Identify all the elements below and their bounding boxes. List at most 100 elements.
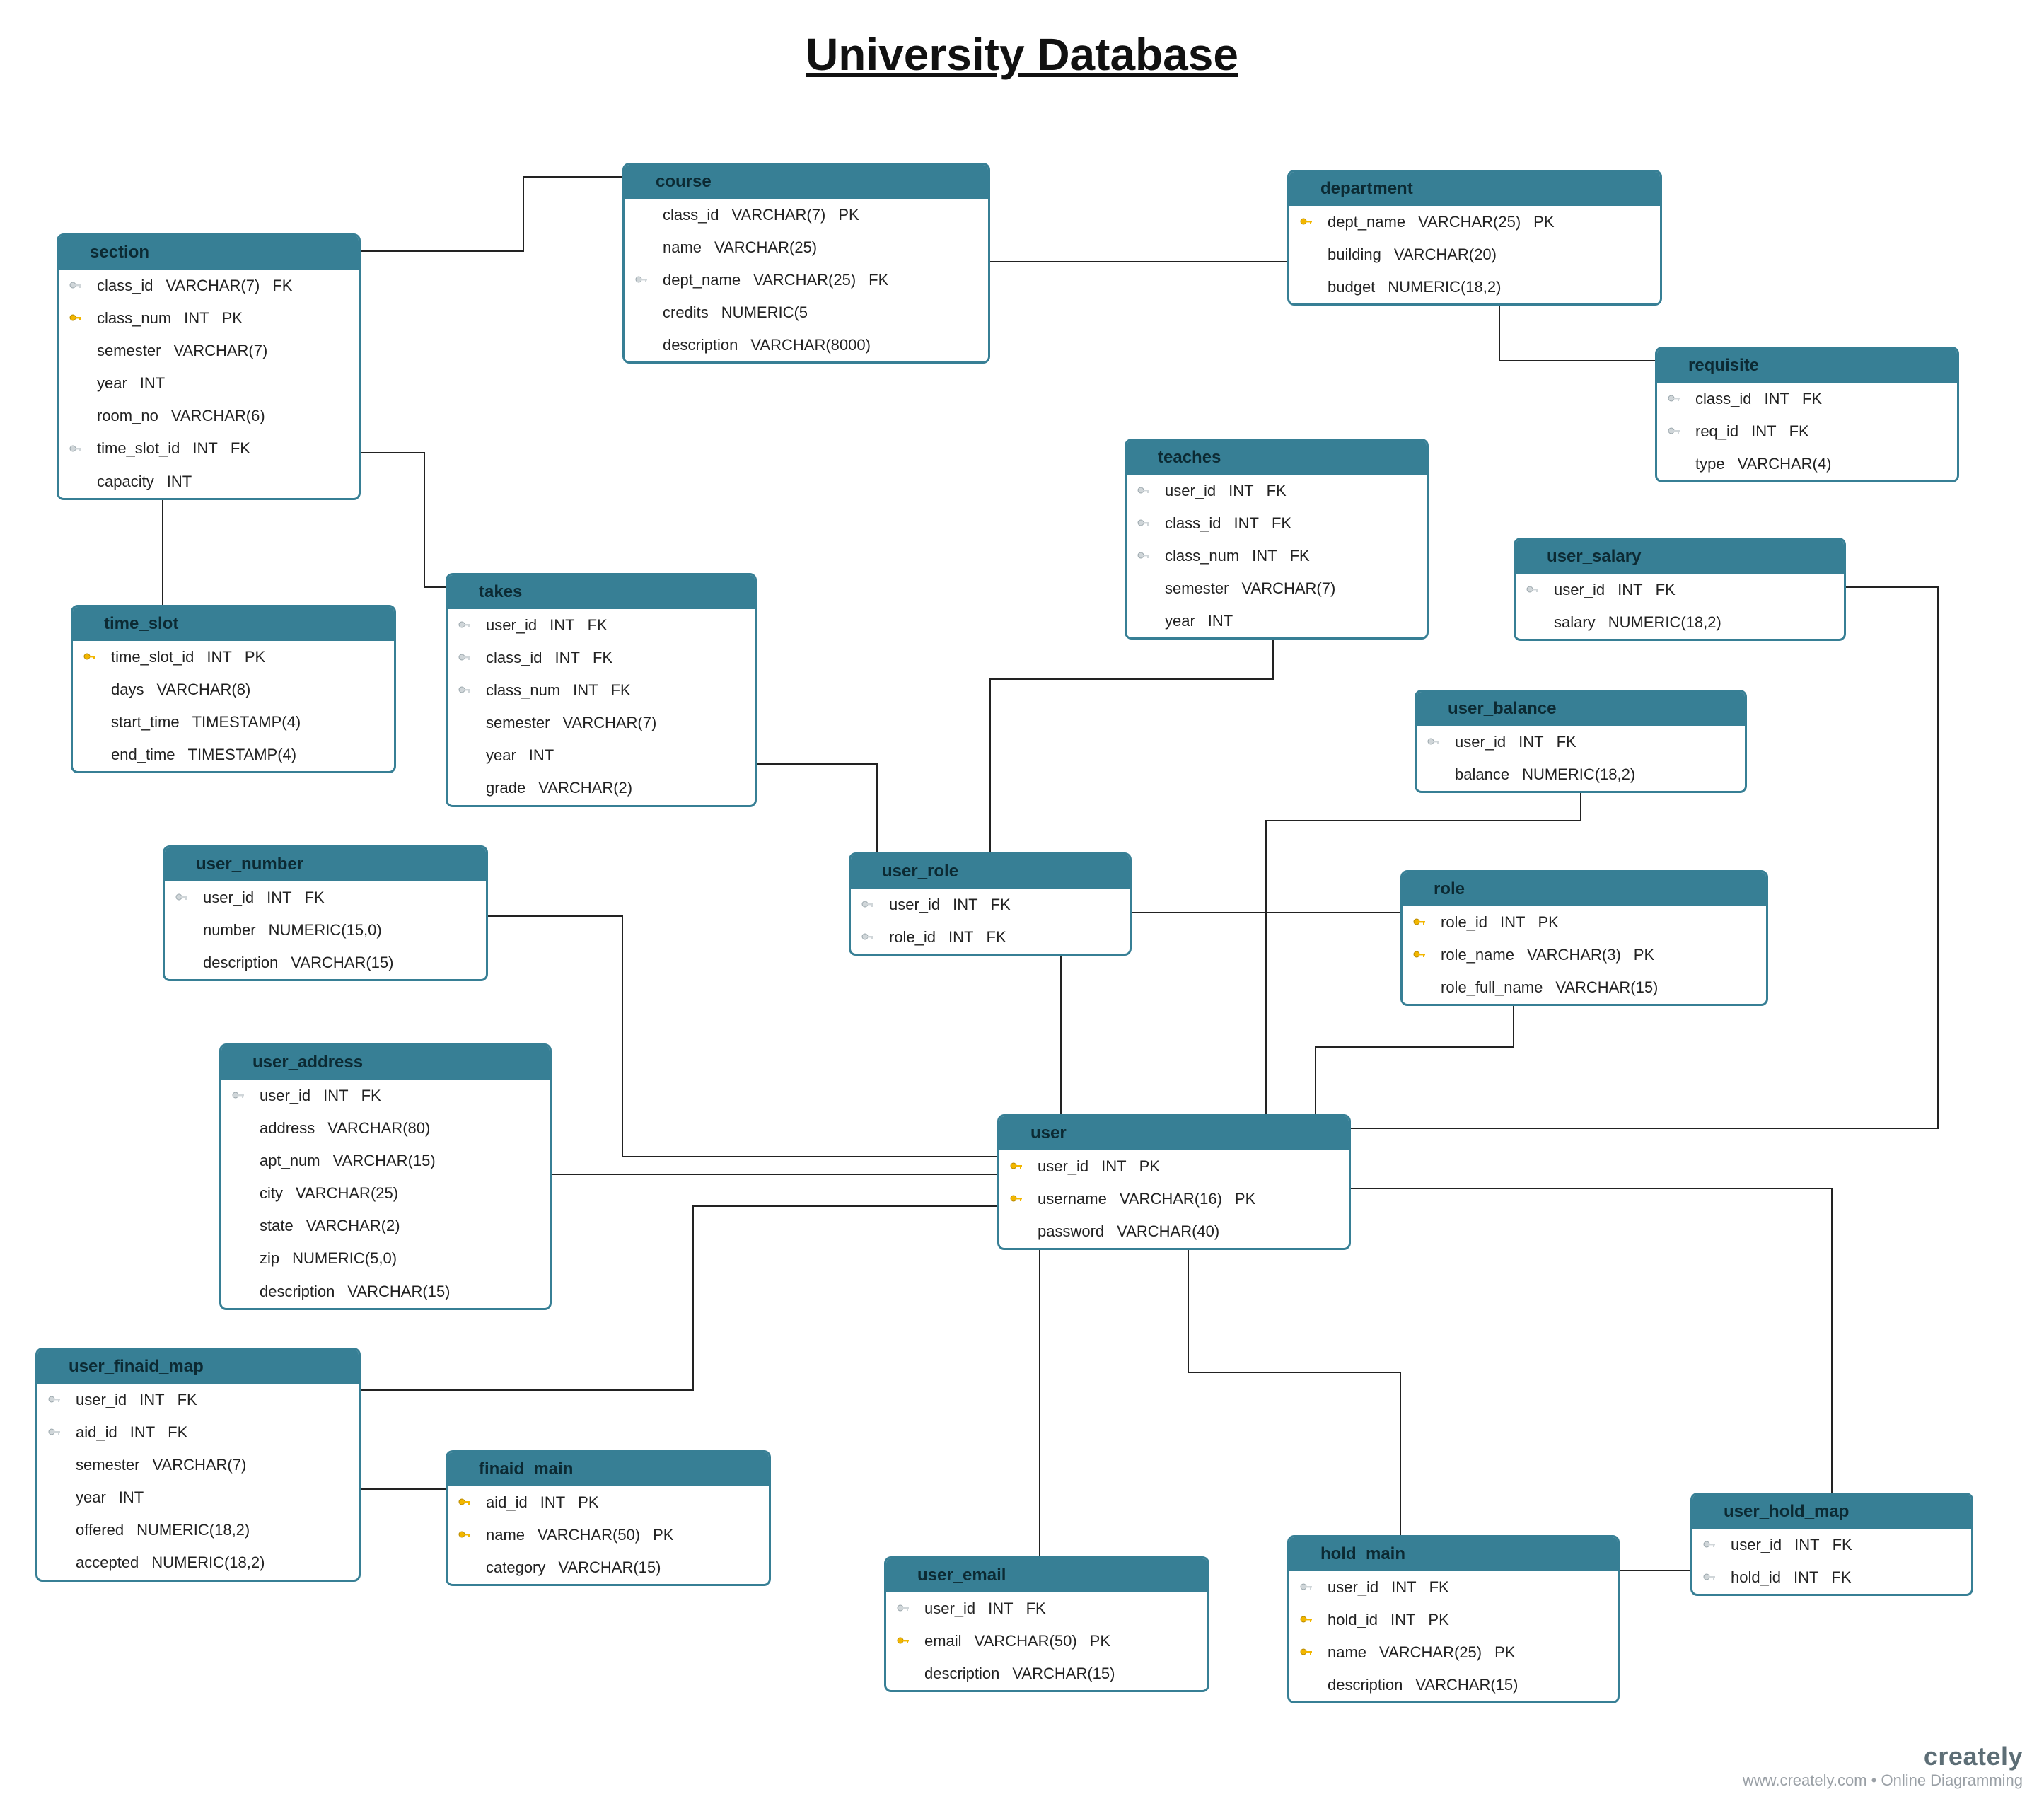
key-fk-icon [1135, 486, 1152, 496]
key-pk-icon [1411, 950, 1428, 960]
column-role: FK [168, 1421, 187, 1445]
column-name: end_time [111, 743, 175, 767]
column-name: dept_name [1328, 210, 1405, 234]
entity-user[interactable]: useruser_idINTPKusernameVARCHAR(16)PKpas… [997, 1114, 1351, 1250]
key-fk-icon [456, 620, 473, 630]
column-type: VARCHAR(25) [714, 236, 817, 260]
key-fk-icon [1425, 737, 1442, 747]
entity-requisite[interactable]: requisiteclass_idINTFKreq_idINTFKtypeVAR… [1655, 347, 1959, 482]
entity-header: requisite [1657, 349, 1957, 383]
column-row: yearINT [448, 739, 755, 772]
column-type: INT [1794, 1533, 1819, 1557]
column-type: INT [1390, 1608, 1415, 1632]
column-type: TIMESTAMP(4) [192, 710, 301, 734]
entity-finaid_main[interactable]: finaid_mainaid_idINTPKnameVARCHAR(50)PKc… [446, 1450, 771, 1586]
column-row: salaryNUMERIC(18,2) [1516, 606, 1844, 639]
column-type: INT [573, 678, 598, 702]
key-fk-icon [1135, 551, 1152, 561]
column-type: VARCHAR(8000) [750, 333, 871, 357]
branding-logo: creately [1743, 1742, 2023, 1771]
entity-role[interactable]: rolerole_idINTPKrole_nameVARCHAR(3)PKrol… [1400, 870, 1768, 1006]
column-name: user_id [1165, 479, 1216, 503]
column-name: email [924, 1629, 962, 1653]
column-type: VARCHAR(7) [152, 1453, 246, 1477]
column-type: INT [948, 925, 973, 949]
column-type: VARCHAR(2) [538, 776, 632, 800]
column-type: INT [550, 613, 574, 637]
column-name: semester [486, 711, 550, 735]
column-type: VARCHAR(50) [538, 1523, 640, 1547]
column-type: INT [1500, 910, 1525, 935]
entity-time_slot[interactable]: time_slottime_slot_idINTPKdaysVARCHAR(8)… [71, 605, 396, 773]
column-name: class_id [1695, 387, 1751, 411]
column-row: offeredNUMERIC(18,2) [37, 1514, 359, 1546]
column-name: name [1328, 1641, 1366, 1665]
column-row: user_idINTFK [221, 1080, 550, 1112]
column-row: user_idINTPK [999, 1150, 1349, 1183]
column-row: usernameVARCHAR(16)PK [999, 1183, 1349, 1215]
column-name: aid_id [76, 1421, 117, 1445]
entity-user_finaid_map[interactable]: user_finaid_mapuser_idINTFKaid_idINTFKse… [35, 1348, 361, 1582]
entity-user_hold_map[interactable]: user_hold_mapuser_idINTFKhold_idINTFK [1690, 1493, 1973, 1596]
column-row: user_idINTFK [1692, 1529, 1971, 1561]
column-name: semester [1165, 577, 1229, 601]
column-row: capacityINT [59, 465, 359, 498]
column-type: VARCHAR(15) [558, 1556, 661, 1580]
entity-takes[interactable]: takesuser_idINTFKclass_idINTFKclass_numI… [446, 573, 757, 807]
entity-user_role[interactable]: user_roleuser_idINTFKrole_idINTFK [849, 852, 1132, 956]
column-type: TIMESTAMP(4) [188, 743, 297, 767]
entity-course[interactable]: courseclass_idVARCHAR(7)PKnameVARCHAR(25… [622, 163, 990, 364]
key-fk-icon [895, 1604, 912, 1614]
column-type: INT [139, 1388, 164, 1412]
column-name: user_id [203, 886, 254, 910]
column-name: description [924, 1662, 999, 1686]
column-row: class_idINTFK [1127, 507, 1427, 540]
entity-user_email[interactable]: user_emailuser_idINTFKemailVARCHAR(50)PK… [884, 1556, 1209, 1692]
entity-hold_main[interactable]: hold_mainuser_idINTFKhold_idINTPKnameVAR… [1287, 1535, 1620, 1703]
column-row: balanceNUMERIC(18,2) [1417, 758, 1745, 791]
entity-user_number[interactable]: user_numberuser_idINTFKnumberNUMERIC(15,… [163, 845, 488, 981]
connection-line [757, 764, 877, 852]
entity-user_salary[interactable]: user_salaryuser_idINTFKsalaryNUMERIC(18,… [1514, 538, 1846, 641]
column-name: class_id [486, 646, 542, 670]
entity-section[interactable]: sectionclass_idVARCHAR(7)FKclass_numINTP… [57, 233, 361, 500]
column-role: FK [231, 436, 250, 461]
column-type: INT [1751, 420, 1776, 444]
column-name: description [663, 333, 738, 357]
entity-user_balance[interactable]: user_balanceuser_idINTFKbalanceNUMERIC(1… [1415, 690, 1747, 793]
column-name: user_id [1328, 1575, 1378, 1599]
column-name: city [260, 1181, 283, 1205]
column-type: INT [267, 886, 291, 910]
column-name: offered [76, 1518, 124, 1542]
key-fk-icon [67, 281, 84, 291]
branding: creately www.creately.com • Online Diagr… [1743, 1742, 2023, 1790]
entity-teaches[interactable]: teachesuser_idINTFKclass_idINTFKclass_nu… [1125, 439, 1429, 640]
column-role: PK [1428, 1608, 1448, 1632]
column-row: role_idINTFK [851, 921, 1130, 954]
key-pk-icon [1411, 918, 1428, 927]
entity-header: user_number [165, 847, 486, 881]
key-fk-icon [1298, 1583, 1315, 1592]
column-name: start_time [111, 710, 180, 734]
key-fk-icon [456, 685, 473, 695]
entity-user_address[interactable]: user_addressuser_idINTFKaddressVARCHAR(8… [219, 1043, 552, 1310]
column-role: PK [1235, 1187, 1255, 1211]
entity-header: section [59, 236, 359, 270]
column-row: req_idINTFK [1657, 415, 1957, 448]
column-type: VARCHAR(2) [306, 1214, 400, 1238]
column-role: FK [1789, 420, 1809, 444]
column-name: user_id [1554, 578, 1605, 602]
column-role: PK [1494, 1641, 1515, 1665]
column-row: hold_idINTPK [1289, 1604, 1618, 1636]
column-name: grade [486, 776, 525, 800]
column-row: zipNUMERIC(5,0) [221, 1242, 550, 1275]
column-role: FK [1831, 1566, 1851, 1590]
column-type: NUMERIC(18,2) [151, 1551, 265, 1575]
column-row: semesterVARCHAR(7) [59, 335, 359, 367]
entity-department[interactable]: departmentdept_nameVARCHAR(25)PKbuilding… [1287, 170, 1662, 306]
connection-line [361, 177, 622, 251]
entity-header: department [1289, 172, 1660, 206]
column-name: user_id [1731, 1533, 1782, 1557]
column-row: user_idINTFK [1417, 726, 1745, 758]
column-type: VARCHAR(50) [975, 1629, 1077, 1653]
